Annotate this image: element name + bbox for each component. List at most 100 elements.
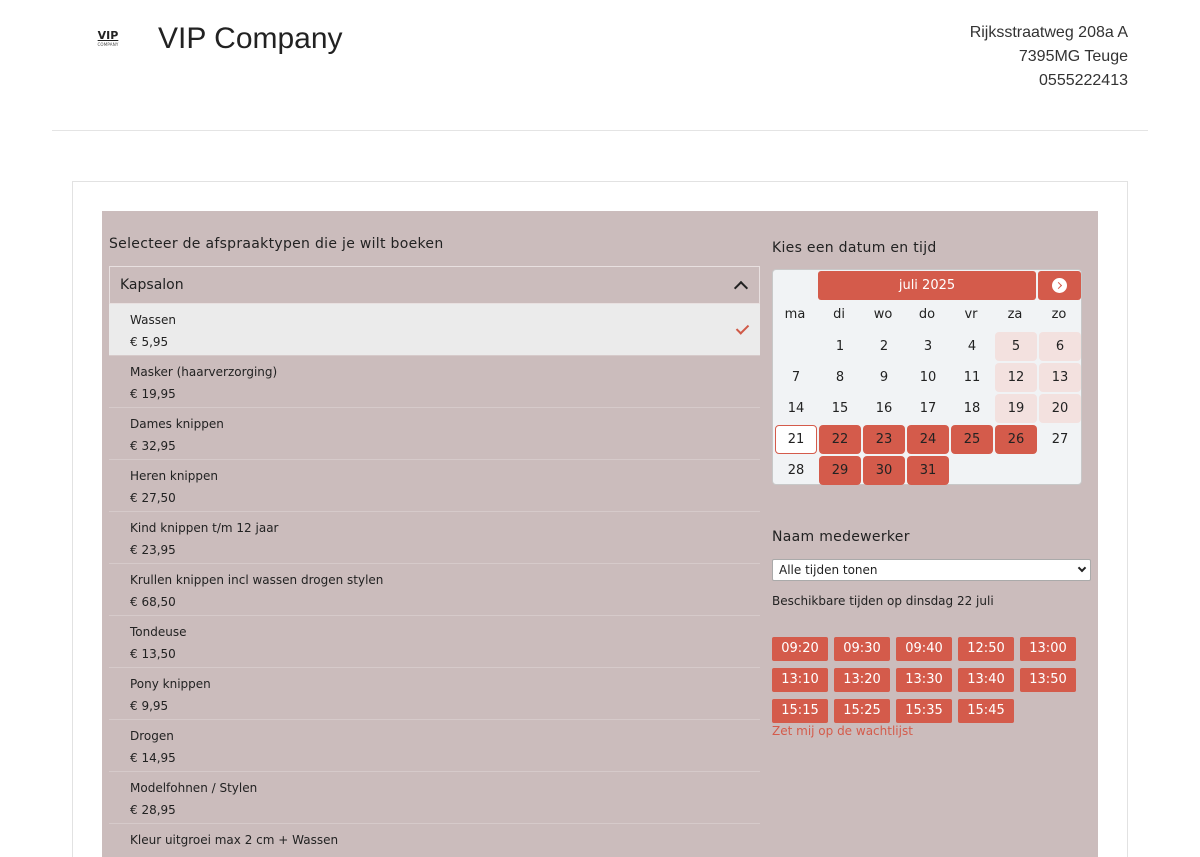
time-slot-button[interactable]: 13:00 (1020, 637, 1076, 661)
chevron-up-icon (733, 280, 749, 295)
service-price: € 28,95 (130, 803, 176, 817)
service-price: € 27,50 (130, 491, 176, 505)
available-times-title: Beschikbare tijden op dinsdag 22 juli (772, 594, 994, 608)
service-item[interactable]: Dames knippen € 32,95 (109, 408, 760, 460)
time-slot-button[interactable]: 09:20 (772, 637, 828, 661)
time-slot-list: 09:20 09:30 09:40 12:50 13:00 13:10 13:20 13:30… (772, 637, 1092, 723)
service-name: Krullen knippen incl wassen drogen style… (130, 573, 384, 587)
calendar-day: 18 (963, 401, 981, 416)
service-price: € 23,95 (130, 543, 176, 557)
calendar-day: 12 (995, 363, 1037, 392)
calendar-day: 8 (835, 370, 845, 385)
weekday-label: do (918, 307, 936, 322)
calendar-day[interactable]: 25 (951, 425, 993, 454)
calendar-day: 19 (995, 394, 1037, 423)
calendar-day[interactable]: 31 (907, 456, 949, 485)
service-price: € 13,50 (130, 647, 176, 661)
service-price: € 68,50 (130, 595, 176, 609)
service-item[interactable]: Wassen € 5,95 (109, 304, 760, 356)
calendar-day: 16 (875, 401, 893, 416)
calendar-day: 9 (879, 370, 889, 385)
calendar-day[interactable]: 24 (907, 425, 949, 454)
calendar-day[interactable]: 26 (995, 425, 1037, 454)
service-price: € 9,95 (130, 699, 169, 713)
day-blank (775, 332, 817, 361)
service-name: Dames knippen (130, 417, 224, 431)
time-slot-button[interactable]: 15:35 (896, 699, 952, 723)
company-name: VIP Company (158, 22, 343, 55)
calendar-day: 6 (1039, 332, 1081, 361)
employee-select[interactable]: Alle tijden tonen (772, 559, 1091, 581)
calendar-day: 2 (879, 339, 889, 354)
weekday-header: ma di wo do vr za zo (773, 307, 1081, 322)
category-accordion-kapsalon[interactable]: Kapsalon (109, 266, 760, 304)
service-list: Wassen € 5,95 Masker (haarverzorging) € 19,… (109, 304, 760, 857)
calendar-day: 13 (1039, 363, 1081, 392)
waitlist-link[interactable]: Zet mij op de wachtlijst (772, 724, 913, 738)
service-item[interactable]: Masker (haarverzorging) € 19,95 (109, 356, 760, 408)
service-item[interactable]: Heren knippen € 27,50 (109, 460, 760, 512)
date-time-title: Kies een datum en tijd (772, 240, 937, 256)
category-label: Kapsalon (120, 277, 184, 293)
service-item[interactable]: Modelfohnen / Stylen € 28,95 (109, 772, 760, 824)
time-slot-button[interactable]: 15:45 (958, 699, 1014, 723)
calendar-day: 7 (791, 370, 801, 385)
time-slot-button[interactable]: 13:30 (896, 668, 952, 692)
chevron-right-icon (1052, 278, 1067, 293)
time-slot-button[interactable]: 15:15 (772, 699, 828, 723)
service-item[interactable]: Krullen knippen incl wassen drogen style… (109, 564, 760, 616)
time-slot-button[interactable]: 12:50 (958, 637, 1014, 661)
time-slot-button[interactable]: 13:10 (772, 668, 828, 692)
calendar-day[interactable]: 30 (863, 456, 905, 485)
phone-number: 0555222413 (1039, 72, 1128, 89)
calendar-day[interactable]: 23 (863, 425, 905, 454)
calendar-day: 4 (967, 339, 977, 354)
time-slot-button[interactable]: 13:20 (834, 668, 890, 692)
service-name: Modelfohnen / Stylen (130, 781, 258, 795)
logo-subtext: COMPANY (97, 42, 119, 47)
service-price: € 19,95 (130, 387, 176, 401)
calendar-day: 10 (919, 370, 937, 385)
service-item[interactable]: Pony knippen € 9,95 (109, 668, 760, 720)
company-logo[interactable]: VIP COMPANY (92, 30, 124, 52)
time-slot-button[interactable]: 09:30 (834, 637, 890, 661)
calendar-day[interactable]: 21 (775, 425, 817, 454)
service-name: Tondeuse (130, 625, 187, 639)
service-name: Pony knippen (130, 677, 211, 691)
weekday-label: ma (784, 307, 806, 322)
page-header: VIP COMPANY VIP Company Rijksstraatweg 2… (0, 0, 1200, 131)
calendar-day: 3 (923, 339, 933, 354)
time-slot-button[interactable]: 13:50 (1020, 668, 1076, 692)
day-grid: 1 2 3 4 5 6 7 8 9 10 11 12 13 14 15 16 17 18 19 20 21 22 23 24 2… (774, 331, 1082, 486)
service-name: Kind knippen t/m 12 jaar (130, 521, 279, 535)
weekday-label: zo (1051, 307, 1067, 322)
address-line-city: 7395MG Teuge (1018, 48, 1128, 65)
chevron-down-icon (1077, 563, 1087, 573)
calendar-day[interactable]: 29 (819, 456, 861, 485)
service-name: Heren knippen (130, 469, 218, 483)
service-item[interactable]: Kleur uitgroei max 2 cm + Wassen€ 64,95 (109, 824, 760, 857)
service-price: € 5,95 (130, 335, 169, 349)
date-picker: juli 2025 ma di wo do vr za zo 1 2 3 4 5 6 7 8 9 10 11 12… (772, 269, 1082, 485)
calendar-day[interactable]: 22 (819, 425, 861, 454)
time-slot-button[interactable]: 13:40 (958, 668, 1014, 692)
employee-title: Naam medewerker (772, 529, 910, 545)
month-label: juli 2025 (818, 271, 1036, 300)
weekday-label: di (833, 307, 845, 322)
service-item[interactable]: Tondeuse € 13,50 (109, 616, 760, 668)
appointment-types-title: Selecteer de afspraaktypen die je wilt b… (109, 236, 444, 252)
header-divider (52, 130, 1148, 131)
calendar-day: 1 (835, 339, 845, 354)
service-name: Kleur uitgroei max 2 cm + Wassen (130, 833, 339, 847)
service-item[interactable]: Kind knippen t/m 12 jaar € 23,95 (109, 512, 760, 564)
calendar-day: 14 (787, 401, 805, 416)
time-slot-button[interactable]: 15:25 (834, 699, 890, 723)
calendar-day: 15 (831, 401, 849, 416)
service-name: Wassen (130, 313, 176, 327)
time-slot-button[interactable]: 09:40 (896, 637, 952, 661)
calendar-day: 28 (787, 463, 805, 478)
address-line-street: Rijksstraatweg 208a A (969, 24, 1128, 41)
calendar-day: 20 (1039, 394, 1081, 423)
next-month-button[interactable] (1038, 271, 1081, 300)
service-item[interactable]: Drogen € 14,95 (109, 720, 760, 772)
